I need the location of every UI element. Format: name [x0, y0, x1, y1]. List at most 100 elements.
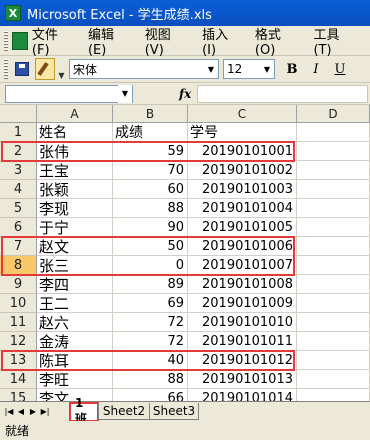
font-size-select[interactable]: 12 ▼	[223, 59, 275, 79]
menu-view[interactable]: 视图(V)	[145, 24, 185, 58]
cell-d11[interactable]	[297, 313, 370, 332]
cell-b11[interactable]: 72	[113, 313, 188, 332]
next-sheet-icon[interactable]: ▶	[27, 405, 39, 419]
row-header[interactable]: 4	[0, 180, 37, 199]
cell-c11[interactable]: 20190101010	[188, 313, 297, 332]
font-name-select[interactable]: 宋体 ▼	[69, 59, 219, 79]
cell-c14[interactable]: 20190101013	[188, 370, 297, 389]
cell-a10[interactable]: 王二	[37, 294, 113, 313]
cell-c12[interactable]: 20190101011	[188, 332, 297, 351]
cell-b2[interactable]: 59	[113, 142, 188, 161]
cell-b15[interactable]: 66	[113, 389, 188, 401]
cell-d14[interactable]	[297, 370, 370, 389]
cell-d15[interactable]	[297, 389, 370, 401]
column-header-b[interactable]: B	[113, 105, 188, 123]
row-header[interactable]: 15	[0, 389, 37, 401]
row-header[interactable]: 8	[0, 256, 37, 275]
row-header[interactable]: 9	[0, 275, 37, 294]
cell-c6[interactable]: 20190101005	[188, 218, 297, 237]
cell-b1[interactable]: 成绩	[113, 123, 188, 142]
row-header[interactable]: 10	[0, 294, 37, 313]
cell-d9[interactable]	[297, 275, 370, 294]
cell-a9[interactable]: 李四	[37, 275, 113, 294]
cell-a7[interactable]: 赵文	[37, 237, 113, 256]
row-header[interactable]: 7	[0, 237, 37, 256]
cell-d8[interactable]	[297, 256, 370, 275]
row-header[interactable]: 14	[0, 370, 37, 389]
row-header[interactable]: 11	[0, 313, 37, 332]
menu-tools[interactable]: 工具(T)	[313, 24, 353, 58]
cell-b12[interactable]: 72	[113, 332, 188, 351]
cell-a12[interactable]: 金涛	[37, 332, 113, 351]
cell-b5[interactable]: 88	[113, 199, 188, 218]
menubar-grip[interactable]	[4, 30, 8, 51]
cell-b9[interactable]: 89	[113, 275, 188, 294]
select-all-corner[interactable]	[0, 105, 37, 123]
cell-b14[interactable]: 88	[113, 370, 188, 389]
sheet-tab-sheet3[interactable]: Sheet3	[149, 403, 199, 420]
cell-d2[interactable]	[297, 142, 370, 161]
cell-c5[interactable]: 20190101004	[188, 199, 297, 218]
prev-sheet-icon[interactable]: ◀	[15, 405, 27, 419]
cell-c1[interactable]: 学号	[188, 123, 297, 142]
column-header-c[interactable]: C	[188, 105, 297, 123]
menu-insert[interactable]: 插入(I)	[202, 24, 238, 58]
cell-c4[interactable]: 20190101003	[188, 180, 297, 199]
cell-c3[interactable]: 20190101002	[188, 161, 297, 180]
sheet-tab-class1[interactable]: 1班	[69, 396, 99, 426]
cell-b10[interactable]: 69	[113, 294, 188, 313]
cell-d13[interactable]	[297, 351, 370, 370]
toolbar-options-icon[interactable]: ▼	[58, 58, 65, 80]
bold-button[interactable]: B	[281, 59, 303, 79]
cell-d3[interactable]	[297, 161, 370, 180]
chevron-down-icon[interactable]: ▼	[260, 60, 274, 78]
cell-c2[interactable]: 20190101001	[188, 142, 297, 161]
menu-format[interactable]: 格式(O)	[255, 24, 297, 58]
row-header[interactable]: 2	[0, 142, 37, 161]
cell-b7[interactable]: 50	[113, 237, 188, 256]
last-sheet-icon[interactable]: ▶|	[39, 405, 51, 419]
row-header[interactable]: 12	[0, 332, 37, 351]
cell-b6[interactable]: 90	[113, 218, 188, 237]
row-header[interactable]: 1	[0, 123, 37, 142]
row-header[interactable]: 5	[0, 199, 37, 218]
chevron-down-icon[interactable]: ▼	[204, 60, 218, 78]
first-sheet-icon[interactable]: |◀	[3, 405, 15, 419]
format-painter-button[interactable]	[35, 58, 55, 80]
row-header[interactable]: 13	[0, 351, 37, 370]
row-header[interactable]: 6	[0, 218, 37, 237]
cell-b8[interactable]: 0	[113, 256, 188, 275]
cell-a13[interactable]: 陈耳	[37, 351, 113, 370]
cell-a6[interactable]: 于宁	[37, 218, 113, 237]
cell-a11[interactable]: 赵六	[37, 313, 113, 332]
cell-d5[interactable]	[297, 199, 370, 218]
sheet-tab-sheet2[interactable]: Sheet2	[98, 403, 150, 420]
cell-c7[interactable]: 20190101006	[188, 237, 297, 256]
cell-a1[interactable]: 姓名	[37, 123, 113, 142]
cell-a3[interactable]: 王宝	[37, 161, 113, 180]
cell-d1[interactable]	[297, 123, 370, 142]
toolbar-grip[interactable]	[4, 59, 8, 79]
chevron-down-icon[interactable]: ▼	[118, 84, 132, 103]
cell-a5[interactable]: 李现	[37, 199, 113, 218]
formula-input[interactable]	[197, 84, 368, 103]
cell-c10[interactable]: 20190101009	[188, 294, 297, 313]
underline-button[interactable]: U	[329, 59, 351, 79]
cell-d4[interactable]	[297, 180, 370, 199]
cell-a4[interactable]: 张颖	[37, 180, 113, 199]
cell-b4[interactable]: 60	[113, 180, 188, 199]
insert-function-icon[interactable]: fx	[179, 87, 191, 101]
cell-c13[interactable]: 20190101012	[188, 351, 297, 370]
cell-d6[interactable]	[297, 218, 370, 237]
cell-d10[interactable]	[297, 294, 370, 313]
cell-c8[interactable]: 20190101007	[188, 256, 297, 275]
cell-a14[interactable]: 李旺	[37, 370, 113, 389]
cell-d7[interactable]	[297, 237, 370, 256]
cell-b13[interactable]: 40	[113, 351, 188, 370]
menu-file[interactable]: 文件(F)	[32, 24, 71, 58]
cell-a8[interactable]: 张三	[37, 256, 113, 275]
column-header-a[interactable]: A	[37, 105, 113, 123]
cell-c15[interactable]: 20190101014	[188, 389, 297, 401]
menu-edit[interactable]: 编辑(E)	[88, 24, 128, 58]
row-header[interactable]: 3	[0, 161, 37, 180]
